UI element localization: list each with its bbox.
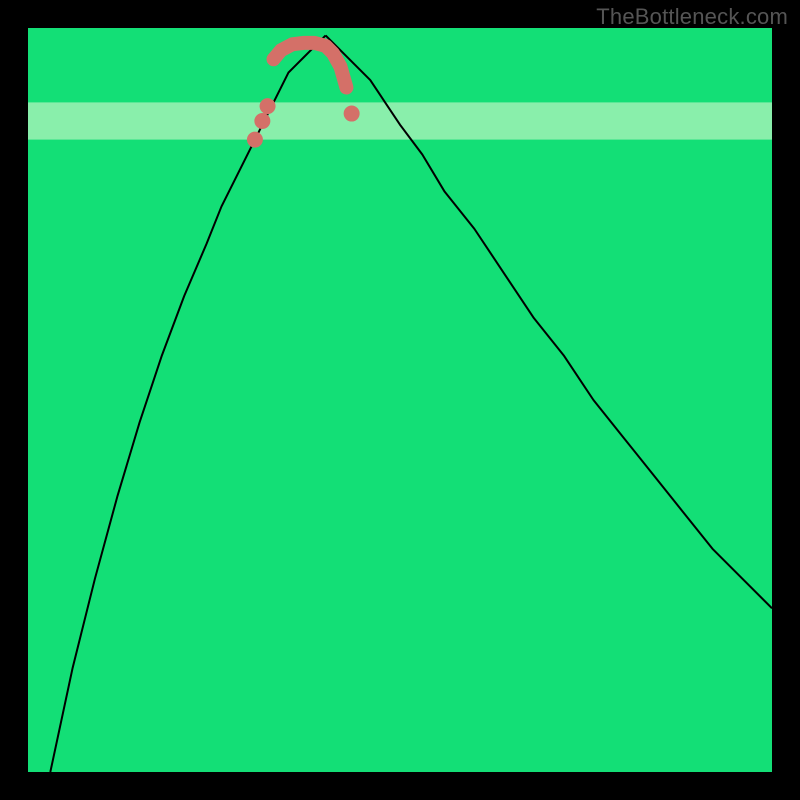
dot-left-dots-2 [260, 98, 276, 114]
dot-right-arc-top-dot-0 [344, 106, 360, 122]
plot-area [28, 28, 772, 772]
dot-left-dots-0 [247, 132, 263, 148]
chart-frame: TheBottleneck.com [0, 0, 800, 800]
watermark-text: TheBottleneck.com [596, 4, 788, 30]
chart-canvas [28, 28, 772, 772]
dot-left-dots-1 [254, 113, 270, 129]
pale-band [28, 102, 772, 139]
